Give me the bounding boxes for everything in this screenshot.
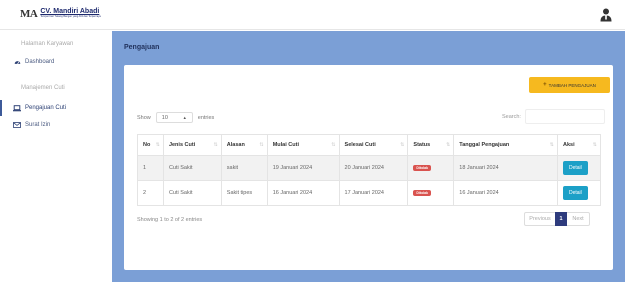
sidebar-item-label: Halaman Karyawan bbox=[21, 41, 74, 47]
table-header-row: No ⇅ Jenis Cuti ⇅ Alasan ⇅ Mulai Cuti ⇅ Sele… bbox=[137, 134, 602, 156]
cell-aksi: Detail bbox=[556, 155, 602, 181]
sidebar-item-dashboard[interactable]: Dashboard bbox=[0, 54, 112, 70]
brand-logo[interactable]: MA CV. Mandiri Abadi Tempat Cari Tukang … bbox=[20, 8, 101, 20]
sort-icon: ⇅ bbox=[446, 142, 451, 148]
cell-status: Ditolak bbox=[407, 155, 455, 181]
column-header-no[interactable]: No ⇅ bbox=[137, 134, 164, 156]
sidebar-item-label: Manajemen Cuti bbox=[21, 85, 65, 91]
cell-mulai-cuti: 19 Januari 2024 bbox=[266, 155, 340, 181]
cell-status: Ditolak bbox=[407, 180, 455, 206]
pengajuan-table: No ⇅ Jenis Cuti ⇅ Alasan ⇅ Mulai Cuti ⇅ Sele… bbox=[137, 134, 602, 206]
search-label: Search: bbox=[502, 113, 521, 120]
cell-tanggal-pengajuan: 18 Januari 2024 bbox=[453, 155, 558, 181]
pagination-page-current[interactable]: 1 bbox=[555, 212, 567, 226]
pagination-previous[interactable]: Previous bbox=[525, 212, 555, 226]
plus-icon: + bbox=[543, 82, 547, 88]
sidebar-item-halaman-karyawan[interactable]: Halaman Karyawan bbox=[0, 36, 112, 52]
pengajuan-card: + TAMBAH PENGAJUAN Show 10 ▲︎ entries Se… bbox=[124, 65, 613, 270]
table-info: Showing 1 to 2 of 2 entries bbox=[137, 217, 203, 223]
pagination: Previous 1 Next bbox=[524, 212, 590, 226]
top-bar: MA CV. Mandiri Abadi Tempat Cari Tukang … bbox=[0, 0, 625, 30]
logo-company-name: CV. Mandiri Abadi bbox=[40, 8, 100, 15]
table-row: 2 Cuti Sakit Sakit tipes 16 Januari 2024… bbox=[137, 180, 602, 206]
cell-alasan: sakit bbox=[220, 155, 268, 181]
entries-select-value: 10 bbox=[161, 114, 168, 121]
column-header-mulai-cuti[interactable]: Mulai Cuti ⇅ bbox=[266, 134, 340, 156]
cell-no: 2 bbox=[137, 180, 164, 206]
sidebar-item-label: Pengajuan Cuti bbox=[25, 105, 67, 111]
sort-icon: ⇅ bbox=[259, 142, 264, 148]
cell-mulai-cuti: 16 Januari 2024 bbox=[266, 180, 340, 206]
logo-tagline: Tempat Cari Tukang Bangun yang Ahli dan … bbox=[40, 15, 101, 18]
entries-length-control: Show 10 ▲︎ entries bbox=[137, 112, 214, 123]
status-badge: Ditolak bbox=[413, 165, 432, 171]
table-search: Search: bbox=[502, 109, 605, 124]
dashboard-icon bbox=[13, 58, 21, 66]
entries-select[interactable]: 10 ▲︎ bbox=[155, 112, 193, 123]
sort-icon: ⇅ bbox=[155, 142, 160, 148]
entries-label: entries bbox=[197, 114, 215, 121]
show-label: Show bbox=[137, 114, 151, 121]
column-header-tanggal-pengajuan[interactable]: Tanggal Pengajuan ⇅ bbox=[453, 134, 558, 156]
logo-initials: MA bbox=[20, 8, 38, 20]
cell-no: 1 bbox=[137, 155, 164, 181]
sidebar-item-pengajuan-cuti[interactable]: Pengajuan Cuti bbox=[0, 100, 112, 116]
sidebar-item-label: Dashboard bbox=[25, 59, 55, 65]
sidebar-item-label: Surat Izin bbox=[25, 122, 51, 128]
add-pengajuan-button[interactable]: + TAMBAH PENGAJUAN bbox=[529, 77, 610, 93]
column-header-selesai-cuti[interactable]: Selesai Cuti ⇅ bbox=[338, 134, 409, 156]
sort-icon: ⇅ bbox=[213, 142, 218, 148]
cell-jenis-cuti: Cuti Sakit bbox=[162, 180, 222, 206]
envelope-icon bbox=[13, 121, 21, 129]
detail-button[interactable]: Detail bbox=[562, 186, 588, 200]
cell-selesai-cuti: 20 Januari 2024 bbox=[338, 155, 409, 181]
sort-icon: ⇅ bbox=[592, 142, 597, 148]
search-input[interactable] bbox=[524, 109, 605, 124]
column-header-aksi[interactable]: Aksi ⇅ bbox=[556, 134, 602, 156]
user-icon[interactable] bbox=[600, 8, 612, 22]
sort-icon: ⇅ bbox=[331, 142, 336, 148]
column-header-status[interactable]: Status ⇅ bbox=[407, 134, 455, 156]
sort-icon: ⇅ bbox=[549, 142, 554, 148]
sidebar-item-manajemen-cuti[interactable]: Manajemen Cuti bbox=[0, 80, 112, 96]
pagination-next[interactable]: Next bbox=[567, 212, 589, 226]
cell-selesai-cuti: 17 Januari 2024 bbox=[338, 180, 409, 206]
sort-icon: ⇅ bbox=[400, 142, 405, 148]
sidebar-item-surat-izin[interactable]: Surat Izin bbox=[0, 117, 112, 133]
sidebar: Halaman Karyawan Dashboard Manajemen Cut… bbox=[0, 31, 112, 282]
status-badge: Ditolak bbox=[413, 190, 432, 196]
page-title: Pengajuan bbox=[124, 44, 160, 51]
laptop-icon bbox=[13, 104, 21, 112]
cell-aksi: Detail bbox=[556, 180, 602, 206]
table-row: 1 Cuti Sakit sakit 19 Januari 2024 20 Ja… bbox=[137, 155, 602, 181]
detail-button[interactable]: Detail bbox=[562, 161, 588, 175]
cell-jenis-cuti: Cuti Sakit bbox=[162, 155, 222, 181]
column-header-alasan[interactable]: Alasan ⇅ bbox=[220, 134, 268, 156]
column-header-jenis-cuti[interactable]: Jenis Cuti ⇅ bbox=[162, 134, 222, 156]
cell-tanggal-pengajuan: 16 Januari 2024 bbox=[453, 180, 558, 206]
main-content: Pengajuan + TAMBAH PENGAJUAN Show 10 ▲︎ … bbox=[112, 31, 625, 282]
cell-alasan: Sakit tipes bbox=[220, 180, 268, 206]
select-arrows-icon: ▲︎ bbox=[182, 115, 187, 120]
add-pengajuan-label: TAMBAH PENGAJUAN bbox=[548, 82, 596, 88]
